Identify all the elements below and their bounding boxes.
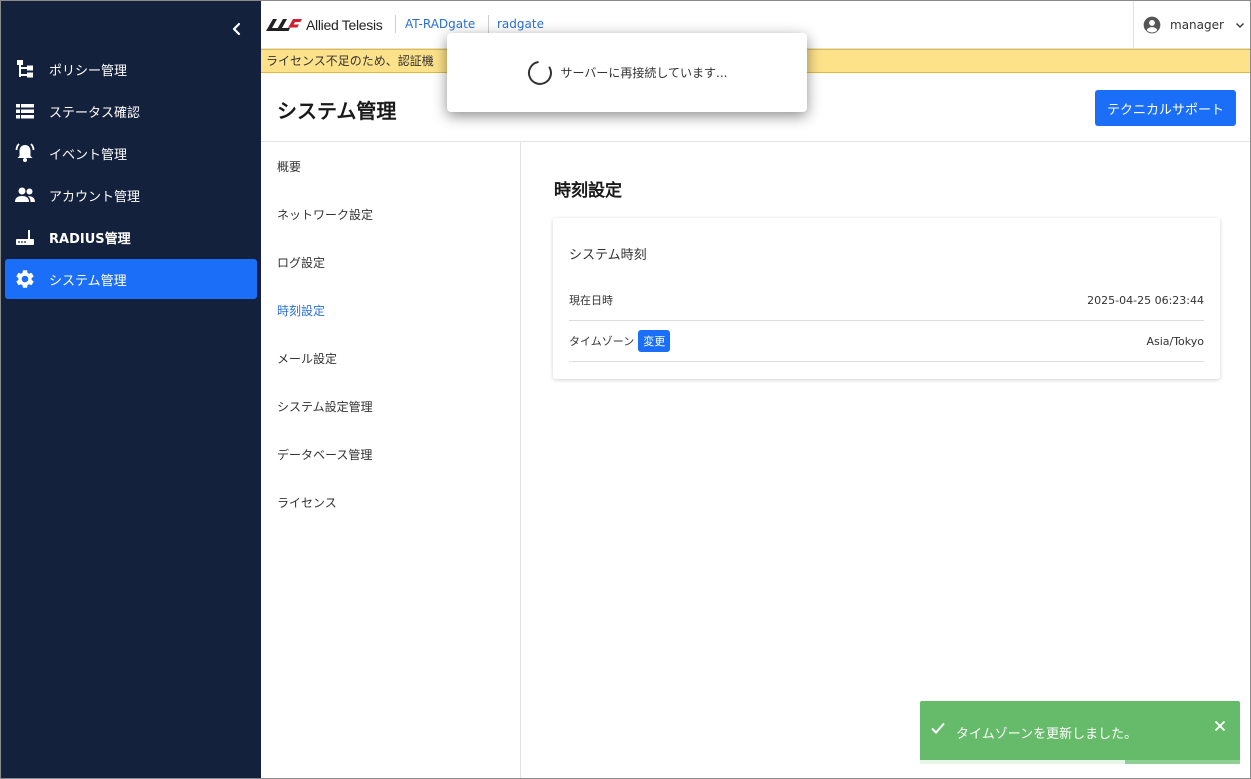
current-datetime-value: 2025-04-25 06:23:44 (1087, 293, 1204, 307)
subnav-item-network[interactable]: ネットワーク設定 (261, 190, 520, 238)
section-title: 時刻設定 (554, 181, 622, 201)
allied-telesis-logo-icon (266, 19, 302, 31)
divider (488, 15, 489, 33)
account-circle-icon (1143, 16, 1161, 34)
system-subnav: 概要 ネットワーク設定 ログ設定 時刻設定 メール設定 システム設定管理 データ… (261, 142, 521, 778)
loading-spinner-icon (527, 60, 552, 85)
row-label: タイムゾーン (569, 335, 635, 348)
people-icon (13, 183, 37, 207)
sidebar-item-status[interactable]: ステータス確認 (5, 91, 257, 131)
product-link[interactable]: AT-RADgate (405, 17, 475, 31)
timezone-label-group: タイムゾーン 変更 (569, 330, 671, 352)
subnav-item-mail[interactable]: メール設定 (261, 334, 520, 382)
sidebar-item-events[interactable]: イベント管理 (5, 133, 257, 173)
chevron-left-icon (232, 22, 241, 36)
subnav-item-system-config[interactable]: システム設定管理 (261, 382, 520, 430)
toast-progress-bar (920, 760, 1125, 764)
card-title: システム時刻 (569, 248, 647, 263)
current-datetime-row: 現在日時 2025-04-25 06:23:44 (569, 280, 1204, 321)
brand-name: Allied Telesis (306, 17, 383, 33)
router-icon (13, 225, 37, 249)
timezone-value: Asia/Tokyo (1146, 334, 1204, 348)
change-timezone-button[interactable]: 変更 (638, 330, 671, 352)
subnav-item-license[interactable]: ライセンス (261, 478, 520, 526)
collapse-sidebar-button[interactable] (223, 15, 251, 43)
reconnect-dialog: サーバーに再接続しています... (447, 33, 807, 112)
subnav-item-overview[interactable]: 概要 (261, 142, 520, 190)
user-name: manager (1170, 18, 1224, 32)
gear-icon (13, 267, 37, 291)
app-window: ポリシー管理 ステータス確認 イベント管理 アカウント管理 RADIUS管理 シ… (0, 0, 1251, 779)
main-content: 時刻設定 システム時刻 現在日時 2025-04-25 06:23:44 タイム… (521, 142, 1250, 778)
sidebar-item-accounts[interactable]: アカウント管理 (5, 175, 257, 215)
subnav-item-log[interactable]: ログ設定 (261, 238, 520, 286)
timezone-row: タイムゾーン 変更 Asia/Tokyo (569, 321, 1204, 362)
hostname-link[interactable]: radgate (497, 17, 544, 31)
sidebar-nav: ポリシー管理 ステータス確認 イベント管理 アカウント管理 RADIUS管理 シ… (5, 49, 257, 301)
sidebar-item-policy[interactable]: ポリシー管理 (5, 49, 257, 89)
alarm-bell-icon (13, 141, 37, 165)
sidebar: ポリシー管理 ステータス確認 イベント管理 アカウント管理 RADIUS管理 シ… (1, 1, 261, 778)
system-time-card: システム時刻 現在日時 2025-04-25 06:23:44 タイムゾーン 変… (553, 218, 1220, 379)
subnav-item-database[interactable]: データベース管理 (261, 430, 520, 478)
sidebar-item-label: RADIUS管理 (49, 231, 131, 247)
brand-logo: Allied Telesis (266, 17, 383, 33)
success-toast: タイムゾーンを更新しました。 (920, 701, 1240, 764)
sidebar-item-label: システム管理 (49, 273, 127, 289)
check-icon (931, 722, 945, 734)
reconnect-message: サーバーに再接続しています... (560, 66, 728, 80)
policy-tree-icon (13, 57, 37, 81)
sidebar-item-label: イベント管理 (49, 147, 128, 163)
sidebar-item-label: ポリシー管理 (49, 63, 128, 79)
divider (395, 15, 396, 33)
close-icon[interactable] (1214, 720, 1226, 732)
toast-message: タイムゾーンを更新しました。 (956, 727, 1138, 742)
page-title: システム管理 (277, 99, 397, 123)
sidebar-item-label: アカウント管理 (49, 189, 141, 205)
sidebar-item-label: ステータス確認 (49, 105, 141, 121)
chevron-down-icon (1235, 22, 1244, 29)
sidebar-item-radius[interactable]: RADIUS管理 (5, 217, 257, 257)
subnav-item-time[interactable]: 時刻設定 (261, 286, 520, 334)
user-menu[interactable]: manager (1133, 1, 1250, 49)
list-icon (13, 99, 37, 123)
sidebar-item-system[interactable]: システム管理 (5, 259, 257, 299)
row-label: 現在日時 (569, 294, 613, 307)
technical-support-button[interactable]: テクニカルサポート (1094, 90, 1236, 126)
